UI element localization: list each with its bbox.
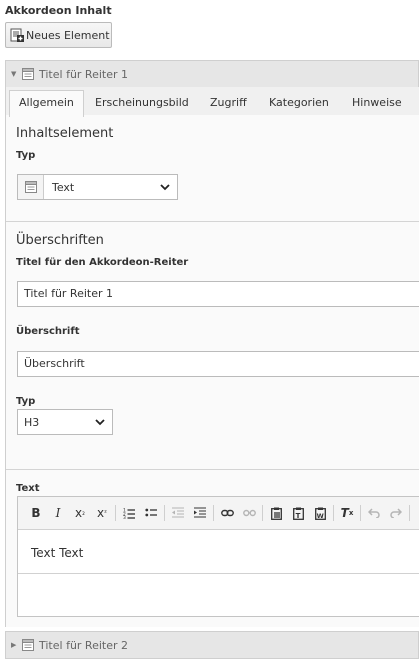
tab-erscheinungsbild[interactable]: Erscheinungsbild [85, 90, 199, 116]
content-type-select[interactable]: Text [17, 174, 178, 200]
unordered-list-icon[interactable] [140, 502, 162, 524]
toolbar-separator [115, 505, 116, 521]
toolbar-separator [409, 505, 410, 521]
link-icon[interactable] [216, 502, 238, 524]
content-type-label: Typ [16, 150, 36, 161]
toolbar-separator [262, 505, 263, 521]
accordion-item-header-2[interactable]: ▶ Titel für Reiter 2 [5, 631, 419, 659]
tab-title-label: Titel für den Akkordeon-Reiter [16, 257, 189, 268]
tab-content-allgemein: Inhaltselement Typ Text Überschriften Ti… [6, 115, 419, 627]
content-type-value: Text [52, 180, 75, 194]
remove-format-icon[interactable]: Tx [336, 502, 358, 524]
chevron-down-icon: ▼ [11, 70, 17, 78]
tab-zugriff[interactable]: Zugriff [200, 90, 257, 116]
heading-input[interactable]: Überschrift [17, 351, 419, 377]
section-label: Akkordeon Inhalt [5, 4, 112, 17]
chevron-down-icon [160, 184, 170, 191]
rte-content-area[interactable]: Text Text [18, 530, 419, 573]
subscript-icon[interactable]: x₂ [69, 502, 91, 524]
tab-allgemein[interactable]: Allgemein [9, 90, 84, 117]
section-divider [6, 221, 419, 222]
paste-word-icon[interactable]: W [309, 502, 331, 524]
indent-icon[interactable] [189, 502, 211, 524]
accordion-item-title: Titel für Reiter 1 [39, 67, 129, 81]
content-element-icon [22, 639, 34, 651]
content-element-section-title: Inhaltselement [16, 126, 114, 141]
toolbar-separator [360, 505, 361, 521]
accordion-item-body-1: Allgemein Erscheinungsbild Zugriff Kateg… [5, 87, 419, 627]
accordion-item-title: Titel für Reiter 2 [39, 638, 129, 652]
outdent-icon[interactable] [167, 502, 189, 524]
paste-icon[interactable] [265, 502, 287, 524]
section-divider [6, 469, 419, 470]
svg-text:3: 3 [123, 515, 126, 519]
headers-section-title: Überschriften [16, 233, 104, 248]
chevron-right-icon: ▶ [11, 641, 17, 649]
bold-icon[interactable]: B [25, 502, 47, 524]
toolbar-separator [213, 505, 214, 521]
heading-type-value: H3 [24, 415, 40, 429]
italic-icon[interactable]: I [47, 502, 69, 524]
paste-text-icon[interactable]: T [287, 502, 309, 524]
heading-type-select[interactable]: H3 [17, 409, 113, 435]
toolbar-separator [164, 505, 165, 521]
ordered-list-icon[interactable]: 123 [118, 502, 140, 524]
chevron-down-icon [95, 419, 105, 426]
text-label: Text [16, 483, 40, 494]
new-element-button[interactable]: Neues Element [5, 22, 112, 48]
new-element-label: Neues Element [26, 28, 110, 42]
tab-hinweise[interactable]: Hinweise [342, 90, 412, 116]
rte-status-bar [18, 573, 419, 616]
svg-text:W: W [316, 512, 323, 520]
new-element-icon [10, 28, 24, 42]
undo-icon[interactable] [363, 502, 385, 524]
redo-icon[interactable] [385, 502, 407, 524]
accordion-item-header-1[interactable]: ▼ Titel für Reiter 1 [5, 60, 419, 88]
heading-type-label: Typ [16, 396, 36, 407]
text-content-icon [18, 175, 44, 199]
heading-label: Überschrift [16, 326, 80, 337]
tab-title-input[interactable]: Titel für Reiter 1 [17, 281, 419, 307]
toolbar-separator [333, 505, 334, 521]
svg-text:T: T [295, 512, 300, 520]
tab-kategorien[interactable]: Kategorien [259, 90, 339, 116]
superscript-icon[interactable]: x² [91, 502, 113, 524]
rte-toolbar: B I x₂ x² 123 T W T x [18, 497, 419, 530]
tab-bar: Allgemein Erscheinungsbild Zugriff Kateg… [6, 87, 419, 117]
unlink-icon[interactable] [238, 502, 260, 524]
rich-text-editor: B I x₂ x² 123 T W T x Text Text [17, 496, 419, 617]
content-element-icon [22, 68, 34, 80]
